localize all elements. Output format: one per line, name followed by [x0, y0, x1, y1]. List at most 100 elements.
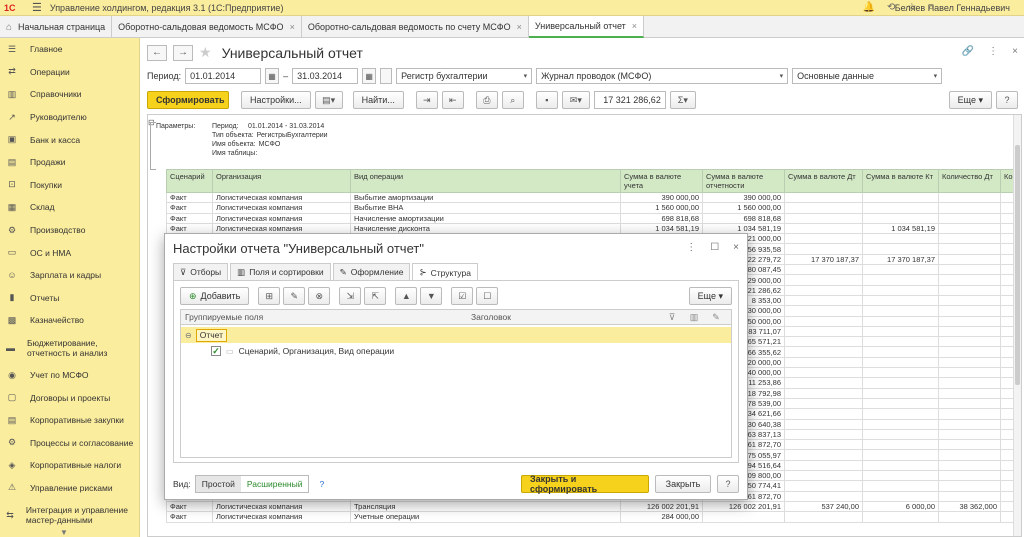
date-to-field[interactable]: 31.03.2014 [292, 68, 359, 84]
sidebar-item[interactable]: ◉ Учет по МСФО [0, 364, 139, 387]
sidebar-item[interactable]: ▢ Договоры и проекты [0, 386, 139, 409]
sidebar-item[interactable]: ▬ Бюджетирование, отчетность и анализ [0, 332, 139, 364]
generate-button[interactable]: Сформировать [147, 91, 229, 109]
tab-appearance[interactable]: ✎ Оформление [332, 263, 411, 280]
sidebar-item[interactable]: ☰ Главное [0, 38, 139, 61]
sidebar-item[interactable]: ☺ Зарплата и кадры [0, 264, 139, 287]
scroll-thumb[interactable] [1015, 145, 1020, 385]
preview-icon[interactable]: ⌕ [501, 91, 524, 109]
tab-osv-msfo[interactable]: Оборотно-сальдовая ведомость МСФО × [112, 16, 302, 38]
uncheck-all-icon[interactable]: ☐ [476, 287, 499, 305]
group-expand-icon[interactable]: ⇥ [415, 91, 438, 109]
view-simple-button[interactable]: Простой [195, 476, 241, 492]
menu-icon[interactable]: ☰ [32, 1, 42, 14]
table-row[interactable]: Факт Логистическая компания Выбытие ВНА 1 5… [166, 202, 1019, 214]
close-icon[interactable]: × [1012, 46, 1018, 57]
user-name[interactable]: Беляев Павел Геннадьевич [895, 3, 1010, 13]
variants-icon[interactable]: ▤▾ [314, 91, 343, 109]
checkbox[interactable]: ✓ [211, 346, 221, 356]
tree-row-grouping[interactable]: ✓ ▭ Сценарий, Организация, Вид операции [211, 346, 394, 356]
help-icon[interactable]: ? [717, 475, 739, 493]
sidebar-item[interactable]: ↗ Руководителю [0, 106, 139, 129]
tree-root-label[interactable]: Отчет [195, 328, 227, 342]
more-button[interactable]: Еще ▾ [948, 91, 992, 109]
sidebar-item[interactable]: ▦ Склад [0, 196, 139, 219]
more-icon[interactable]: ⋮ [988, 46, 998, 57]
table-cell: Факт [166, 511, 213, 523]
close-and-generate-button[interactable]: Закрыть и сформировать [521, 474, 649, 494]
vertical-scrollbar[interactable] [1013, 115, 1021, 536]
move-out-icon[interactable]: ⇱ [364, 287, 387, 305]
register-select[interactable]: Журнал проводок (МСФО) ▾ [536, 68, 789, 84]
save-icon[interactable]: ▪ [535, 91, 558, 109]
period-select-button[interactable] [380, 68, 393, 84]
add-button[interactable]: ⊕ Добавить [180, 287, 250, 305]
close-icon[interactable]: × [733, 242, 739, 253]
sidebar-item[interactable]: ⚙ Процессы и согласование [0, 432, 139, 455]
sidebar-item[interactable]: ▥ Справочники [0, 83, 139, 106]
print-icon[interactable]: ⎙ [475, 91, 498, 109]
table-cell [862, 418, 939, 430]
favorite-star-icon[interactable]: ★ [199, 44, 212, 61]
help-link[interactable]: ? [319, 479, 324, 489]
sidebar-icon: ▬ [6, 342, 15, 353]
table-row[interactable]: Факт Логистическая компания Начисление амо… [166, 212, 1019, 224]
close-icon[interactable]: × [632, 21, 637, 31]
sidebar-item[interactable]: ▤ Корпоративные закупки [0, 409, 139, 432]
move-in-icon[interactable]: ⇲ [339, 287, 362, 305]
sidebar-item[interactable]: ⊡ Покупки [0, 174, 139, 197]
view-extended-button[interactable]: Расширенный [241, 476, 309, 492]
close-button[interactable]: Закрыть [655, 475, 711, 493]
settings-button[interactable]: Настройки... [241, 91, 311, 109]
close-icon[interactable]: × [517, 22, 522, 32]
collapse-icon[interactable]: ⊖ [185, 331, 192, 340]
table-row[interactable]: Факт Логистическая компания Выбытие аморти… [166, 191, 1019, 204]
calendar-icon[interactable]: ▦ [362, 68, 377, 84]
move-down-icon[interactable]: ▼ [420, 287, 443, 305]
tab-filters[interactable]: ⊽ Отборы [173, 263, 229, 280]
source-select[interactable]: Регистр бухгалтерии ▾ [396, 68, 533, 84]
check-all-icon[interactable]: ☑ [451, 287, 474, 305]
help-icon[interactable]: ? [996, 91, 1018, 109]
find-button[interactable]: Найти... [352, 91, 404, 109]
sidebar-item[interactable]: ⇄ Операции [0, 61, 139, 84]
sidebar-item[interactable]: ▮ Отчеты [0, 287, 139, 310]
tree-row-root[interactable]: ⊖ Отчет [181, 327, 731, 343]
bell-icon[interactable]: 🔔 [863, 2, 875, 13]
tab-universal-report[interactable]: Универсальный отчет × [528, 16, 645, 38]
group-icon[interactable]: ⊞ [258, 287, 281, 305]
link-icon[interactable]: 🔗 [962, 46, 974, 57]
sidebar-item[interactable]: ◈ Корпоративные налоги [0, 454, 139, 477]
forward-button[interactable]: → [173, 44, 193, 61]
more-button[interactable]: Еще ▾ [688, 287, 732, 305]
more-icon[interactable]: ⋮ [686, 242, 696, 253]
close-icon[interactable]: × [290, 22, 295, 32]
table-row[interactable]: Факт Логистическая компания Трансляция 126 … [166, 500, 1019, 513]
calendar-icon[interactable]: ▦ [265, 68, 280, 84]
sum-mode-button[interactable]: Σ ▾ [669, 91, 696, 109]
tab-home[interactable]: ⌂ Начальная страница [0, 16, 113, 38]
tab-osv-account[interactable]: Оборотно-сальдовая ведомость по счету МС… [302, 16, 529, 38]
sidebar-item[interactable]: ▩ Казначейство [0, 309, 139, 332]
sidebar-item[interactable]: ▤ Продажи [0, 151, 139, 174]
sidebar-item[interactable]: ▣ Банк и касса [0, 128, 139, 151]
group-collapse-icon[interactable]: ⇤ [441, 91, 464, 109]
tab-structure[interactable]: ⊱ Структура [412, 263, 478, 281]
back-button[interactable]: ← [147, 44, 167, 61]
sidebar-item[interactable]: ▭ ОС и НМА [0, 241, 139, 264]
tab-fields-sorting[interactable]: ▥ Поля и сортировки [230, 263, 331, 280]
scroll-down-icon[interactable]: ▼ [60, 528, 68, 537]
table-cell: Трансляция [350, 500, 621, 513]
sidebar-item[interactable]: ⚠ Управление рисками [0, 477, 139, 500]
data-type-select[interactable]: Основные данные ▾ [792, 68, 943, 84]
maximize-icon[interactable]: ☐ [710, 242, 719, 253]
move-up-icon[interactable]: ▲ [395, 287, 418, 305]
table-row[interactable]: Факт Логистическая компания Учетные операц… [166, 511, 1019, 523]
mail-icon[interactable]: ✉▾ [561, 91, 590, 109]
sidebar-item[interactable]: ⚙ Производство [0, 219, 139, 242]
table-cell [784, 315, 863, 327]
date-from-field[interactable]: 01.01.2014 [185, 68, 262, 84]
sidebar-item[interactable]: ⇆ Интеграция и управление мастер-данными [0, 499, 139, 531]
delete-icon[interactable]: ⊗ [308, 287, 331, 305]
edit-icon[interactable]: ✎ [283, 287, 306, 305]
